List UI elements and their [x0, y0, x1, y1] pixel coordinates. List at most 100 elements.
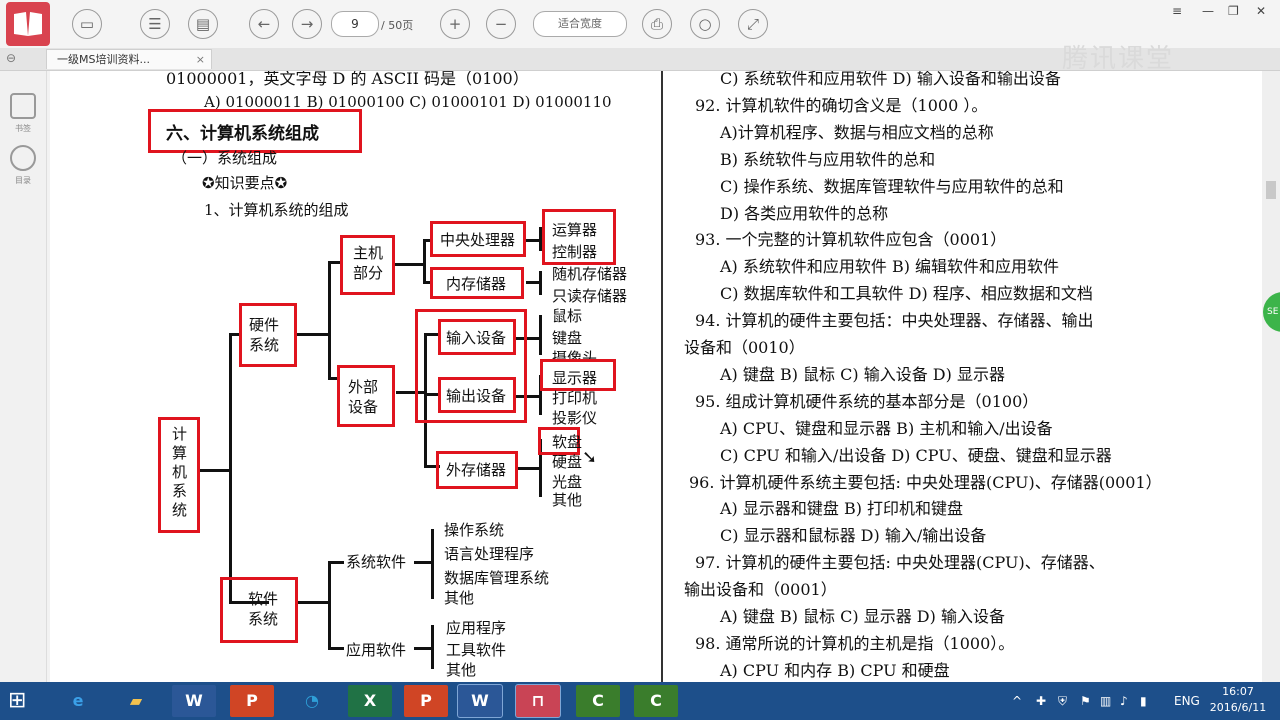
- question-line: 92. 计算机软件的确切含义是（1000 ）。: [695, 95, 988, 115]
- dbms-node: 数据库管理系统: [444, 569, 550, 587]
- document-page: 01000001，英文字母 D 的 ASCII 码是（0100） A) 0100…: [50, 71, 1262, 682]
- document-tab[interactable]: 一级MS培训资料... ×: [46, 49, 212, 69]
- question-line: A) CPU、键盘和显示器 B) 主机和输入/出设备: [720, 418, 1053, 438]
- tree-line: [431, 625, 434, 669]
- camera-node: 摄像头: [552, 349, 598, 359]
- vertical-scrollbar[interactable]: [1262, 71, 1280, 682]
- question-line: 设备和（0010）: [684, 338, 805, 357]
- column-divider: [661, 71, 663, 682]
- tree-line: [539, 271, 542, 295]
- back-icon[interactable]: ←: [249, 9, 279, 39]
- page-number-input[interactable]: 9: [331, 11, 379, 37]
- ram-node: 随机存储器: [552, 265, 628, 283]
- question-line: A) CPU 和内存 B) CPU 和硬盘: [720, 660, 950, 680]
- question-line: C) 操作系统、数据库管理软件与应用软件的总和: [720, 176, 1064, 196]
- shield-icon[interactable]: ⛨: [1058, 682, 1067, 720]
- question-line: C) 数据库软件和工具软件 D) 程序、相应数据和文档: [720, 284, 1093, 304]
- forward-icon[interactable]: →: [292, 9, 322, 39]
- question-line: 95. 组成计算机硬件系统的基本部分是（0100）: [695, 391, 1039, 411]
- tools-node: 工具软件: [446, 641, 507, 659]
- alu-node: 运算器: [552, 221, 598, 239]
- word-icon[interactable]: W: [172, 685, 216, 717]
- question-line: 93. 一个完整的计算机软件应包含（0001）: [695, 230, 1007, 250]
- search-icon[interactable]: ○: [690, 9, 720, 39]
- minimize-icon[interactable]: —: [1202, 4, 1214, 18]
- pdf-active-icon[interactable]: ⊓: [515, 684, 561, 718]
- question-line: 96. 计算机硬件系统主要包括: 中央处理器(CPU)、存储器(0001）: [689, 472, 1162, 492]
- excel-icon[interactable]: X: [348, 685, 392, 717]
- battery-icon[interactable]: ▮: [1140, 682, 1147, 720]
- section-title: 六、计算机系统组成: [166, 124, 319, 144]
- zoom-in-icon[interactable]: +: [440, 9, 470, 39]
- item-heading: 1、计算机系统的组成: [204, 201, 349, 219]
- tree-line: [516, 467, 540, 470]
- fullscreen-icon[interactable]: ⤢: [738, 9, 768, 39]
- flag-icon[interactable]: ⚑: [1080, 682, 1091, 720]
- question-line: 98. 通常所说的计算机的主机是指（1000）。: [695, 633, 1015, 653]
- question-line: 94. 计算机的硬件主要包括：中央处理器、存储器、输出: [695, 311, 1094, 331]
- network-icon[interactable]: ▥: [1100, 682, 1111, 720]
- camtasia-icon[interactable]: C: [576, 685, 620, 717]
- language-indicator[interactable]: ENG: [1174, 682, 1200, 720]
- cpu-node: 中央处理器: [440, 231, 516, 249]
- other-app-node: 其他: [446, 661, 477, 679]
- question-line: A) 系统软件和应用软件 B) 编辑软件和应用软件: [720, 257, 1060, 277]
- storage-node: 外存储器: [446, 461, 507, 479]
- hardware-node: 硬件 系统: [249, 316, 280, 354]
- fit-mode-select[interactable]: 适合宽度: [533, 11, 627, 37]
- sidebar: 书签 目录: [0, 71, 47, 682]
- root-node: 计算机系统: [172, 425, 188, 519]
- menu-icon[interactable]: ≡: [1172, 4, 1182, 18]
- edge-icon[interactable]: ◔: [290, 685, 334, 717]
- explorer-icon[interactable]: ▰: [114, 685, 158, 717]
- scrollbar-thumb[interactable]: [1266, 181, 1276, 199]
- os-node: 操作系统: [444, 521, 505, 539]
- app-node: 应用程序: [446, 619, 507, 637]
- windows-start-icon[interactable]: ⊞: [8, 690, 26, 712]
- camtasia2-icon[interactable]: C: [634, 685, 678, 717]
- outline-icon[interactable]: [10, 145, 36, 171]
- system-software-node: 系统软件: [346, 553, 407, 571]
- tree-line: [394, 263, 424, 266]
- word-active-icon[interactable]: W: [457, 684, 503, 718]
- book-icon[interactable]: ▤: [188, 9, 218, 39]
- clock[interactable]: 16:07 2016/6/11: [1208, 684, 1268, 716]
- tray-app-icon[interactable]: ✚: [1036, 682, 1046, 720]
- question-line: C) 显示器和鼠标器 D) 输入/输出设备: [720, 526, 987, 546]
- other-storage-node: 其他: [552, 491, 583, 509]
- restore-icon[interactable]: ❐: [1228, 4, 1239, 18]
- tree-line: [414, 561, 432, 564]
- question-line: A)计算机程序、数据与相应文档的总称: [720, 122, 994, 142]
- close-icon[interactable]: ✕: [1256, 4, 1266, 18]
- clock-date: 2016/6/11: [1209, 701, 1267, 714]
- software-node: 软件 系统: [248, 590, 279, 628]
- controller-node: 控制器: [552, 243, 598, 261]
- question-line: B) 系统软件与应用软件的总和: [720, 149, 936, 169]
- question-line: 97. 计算机的硬件主要包括: 中央处理器(CPU)、存储器、: [695, 553, 1105, 573]
- bookmark-icon[interactable]: [10, 93, 36, 119]
- mouse-cursor-icon: ➘: [582, 447, 598, 468]
- folder-icon[interactable]: ▭: [72, 9, 102, 39]
- outline-label: 目录: [15, 176, 31, 185]
- print-icon[interactable]: ⎙: [642, 9, 672, 39]
- projector-node: 投影仪: [552, 409, 598, 427]
- mouse-node: 鼠标: [552, 307, 583, 325]
- question-line: A) 键盘 B) 鼠标 C) 显示器 D) 输入设备: [720, 607, 1005, 626]
- output-device-node: 输出设备: [446, 387, 507, 405]
- question-line: 输出设备和（0001）: [684, 580, 837, 600]
- tab-title: 一级MS培训资料...: [57, 53, 150, 66]
- keyboard-node: 键盘: [552, 329, 583, 347]
- document-icon[interactable]: ☰: [140, 9, 170, 39]
- volume-icon[interactable]: ♪: [1120, 682, 1128, 720]
- reader-icon[interactable]: P: [404, 685, 448, 717]
- powerpoint-icon[interactable]: P: [230, 685, 274, 717]
- lang-node: 语言处理程序: [444, 545, 535, 563]
- tree-line: [423, 239, 426, 283]
- zoom-out-icon[interactable]: −: [486, 9, 516, 39]
- tab-back-icon[interactable]: ⊖: [6, 51, 16, 65]
- ie-icon[interactable]: e: [56, 685, 100, 717]
- tree-line: [229, 333, 239, 336]
- question-line: C) CPU 和输入/出设备 D) CPU、硬盘、键盘和显示器: [720, 445, 1112, 465]
- tray-expand-icon[interactable]: ^: [1012, 682, 1022, 720]
- tab-close-icon[interactable]: ×: [196, 50, 205, 70]
